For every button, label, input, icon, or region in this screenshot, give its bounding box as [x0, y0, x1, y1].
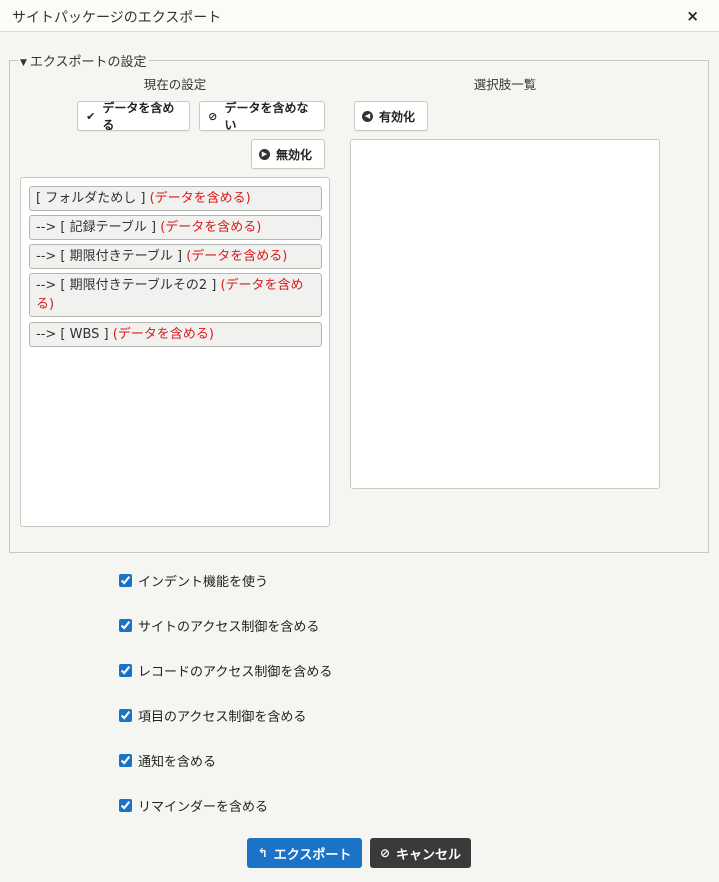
- site-permissions-checkbox-row[interactable]: サイトのアクセス制御を含める: [119, 616, 319, 635]
- item-label: --> [ 記録テーブル ]: [36, 220, 157, 235]
- cancel-button-label: キャンセル: [396, 847, 462, 863]
- options-list[interactable]: [350, 139, 660, 489]
- close-icon[interactable]: ×: [686, 7, 699, 25]
- reminders-checkbox[interactable]: [119, 799, 132, 812]
- record-permissions-label: レコードのアクセス制御を含める: [138, 665, 333, 680]
- include-data-button[interactable]: ✔ データを含める: [77, 101, 190, 132]
- use-indent-label: インデント機能を使う: [138, 575, 269, 590]
- record-permissions-checkbox-row[interactable]: レコードのアクセス制御を含める: [119, 661, 332, 680]
- item-label: [ フォルダためし ]: [36, 191, 146, 206]
- current-settings-header: 現在の設定: [143, 77, 207, 92]
- check-icon: ✔: [86, 109, 96, 123]
- site-permissions-checkbox[interactable]: [119, 619, 132, 632]
- notifications-label: 通知を含める: [138, 755, 217, 770]
- list-item[interactable]: [ フォルダためし ] (データを含める): [29, 186, 322, 211]
- item-label: --> [ WBS ]: [36, 327, 109, 342]
- column-permissions-checkbox-row[interactable]: 項目のアクセス制御を含める: [119, 706, 306, 725]
- back-circle-icon: ◀: [362, 110, 373, 122]
- export-settings-legend-label: エクスポートの設定: [29, 55, 147, 70]
- export-settings-legend[interactable]: ▼ エクスポートの設定: [18, 51, 149, 70]
- item-label: --> [ 期限付きテーブルその2 ]: [36, 278, 217, 293]
- record-permissions-checkbox[interactable]: [119, 664, 132, 677]
- dialog-titlebar: サイトパッケージのエクスポート ×: [0, 0, 719, 32]
- options-header: 選択肢一覧: [473, 77, 537, 92]
- column-permissions-label: 項目のアクセス制御を含める: [138, 710, 307, 725]
- exclude-data-button-label: データを含めない: [224, 101, 309, 132]
- list-item[interactable]: --> [ 記録テーブル ] (データを含める): [29, 215, 322, 240]
- notifications-checkbox[interactable]: [119, 754, 132, 767]
- caret-down-icon: ▼: [20, 58, 27, 68]
- play-circle-icon: ▶: [259, 148, 270, 160]
- ban-icon: ⊘: [379, 846, 391, 860]
- item-note: (データを含める): [149, 191, 251, 206]
- export-button[interactable]: ↰ エクスポート: [247, 838, 362, 868]
- reminders-label: リマインダーを含める: [138, 800, 269, 815]
- disable-button[interactable]: ▶ 無効化: [251, 139, 325, 169]
- item-note: (データを含める): [186, 249, 288, 264]
- item-note: (データを含める): [112, 327, 214, 342]
- use-indent-checkbox-row[interactable]: インデント機能を使う: [119, 571, 268, 590]
- cancel-button[interactable]: ⊘ キャンセル: [370, 838, 471, 868]
- list-item[interactable]: --> [ 期限付きテーブル ] (データを含める): [29, 244, 322, 269]
- undo-arrow-icon: ↰: [257, 846, 268, 860]
- use-indent-checkbox[interactable]: [119, 574, 132, 587]
- current-settings-list[interactable]: [ フォルダためし ] (データを含める) --> [ 記録テーブル ] (デー…: [20, 177, 330, 527]
- column-permissions-checkbox[interactable]: [119, 709, 132, 722]
- ban-icon: ⊘: [208, 109, 218, 123]
- list-item[interactable]: --> [ WBS ] (データを含める): [29, 322, 322, 347]
- export-button-label: エクスポート: [273, 847, 352, 863]
- reminders-checkbox-row[interactable]: リマインダーを含める: [119, 796, 268, 815]
- item-label: --> [ 期限付きテーブル ]: [36, 249, 183, 264]
- notifications-checkbox-row[interactable]: 通知を含める: [119, 751, 216, 770]
- item-note: (データを含める): [160, 220, 262, 235]
- list-item[interactable]: --> [ 期限付きテーブルその2 ] (データを含める): [29, 273, 322, 317]
- exclude-data-button[interactable]: ⊘ データを含めない: [199, 101, 325, 132]
- site-permissions-label: サイトのアクセス制御を含める: [138, 620, 320, 635]
- dialog-title: サイトパッケージのエクスポート: [12, 10, 222, 26]
- enable-button[interactable]: ◀ 有効化: [354, 101, 428, 131]
- disable-button-label: 無効化: [276, 147, 313, 162]
- enable-button-label: 有効化: [379, 109, 416, 124]
- include-data-button-label: データを含める: [102, 101, 175, 132]
